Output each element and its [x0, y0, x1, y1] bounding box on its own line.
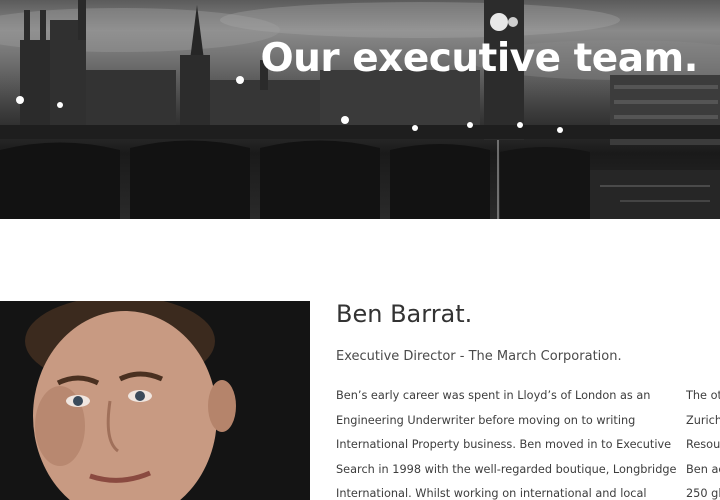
- bio-line: International. Whilst working on interna…: [336, 487, 647, 500]
- member-name: Ben Barrat.: [336, 300, 473, 328]
- member-role: Executive Director - The March Corporati…: [336, 349, 622, 364]
- bio-line: Resou: [686, 438, 720, 451]
- bio-line: Search in 1998 with the well-regarded bo…: [336, 462, 677, 476]
- bio-line: Engineering Underwriter before moving on…: [336, 413, 636, 427]
- bio-line: Ben’s early career was spent in Lloyd’s …: [336, 389, 651, 402]
- member-bio-column-2: The ot Zurich Resou Ben ac 250 gl: [686, 384, 720, 500]
- member-bio: Ben’s early career was spent in Lloyd’s …: [336, 384, 677, 500]
- hero-banner: Our executive team.: [0, 0, 720, 219]
- portrait-image: [0, 301, 310, 500]
- london-skyline-image: [0, 0, 720, 219]
- bio-line: Ben ac: [686, 462, 720, 476]
- bio-line: International Property business. Ben mov…: [336, 438, 672, 451]
- bio-line: 250 gl: [686, 487, 720, 500]
- bio-line: The ot: [686, 389, 720, 402]
- bio-line: Zurich: [686, 413, 720, 427]
- profile-photo: [0, 301, 310, 500]
- page-title: Our executive team.: [260, 36, 699, 81]
